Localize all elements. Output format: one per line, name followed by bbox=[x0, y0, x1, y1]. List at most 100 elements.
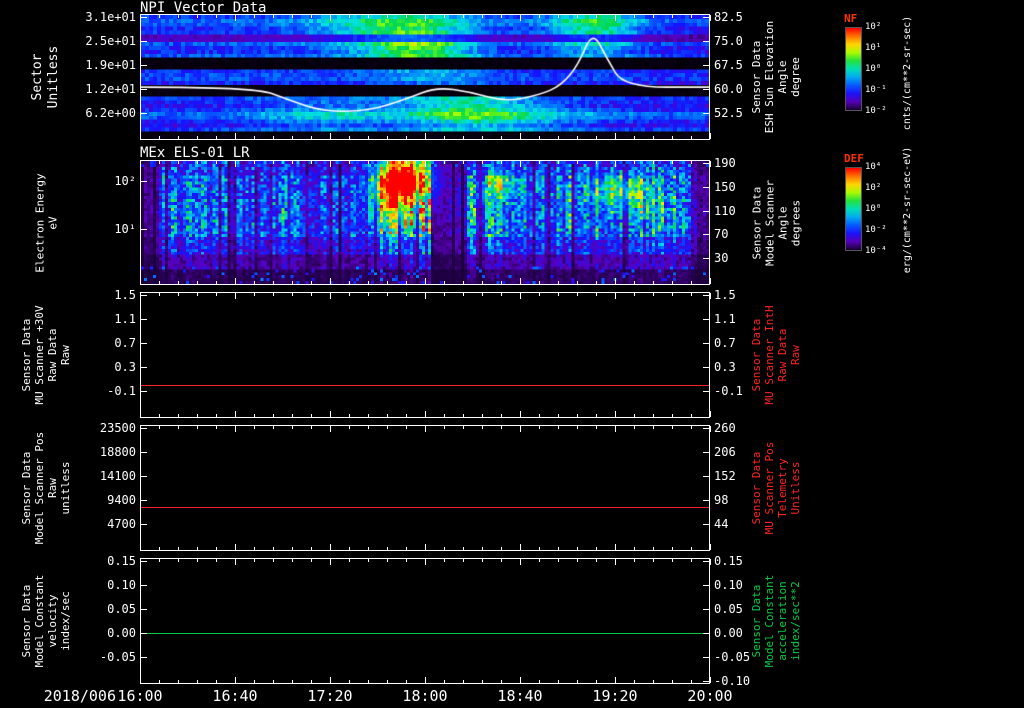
x-major-tick bbox=[520, 677, 521, 683]
x-minor-tick bbox=[349, 559, 350, 562]
x-minor-tick bbox=[596, 414, 597, 417]
x-major-tick bbox=[520, 161, 521, 167]
x-major-tick bbox=[615, 677, 616, 683]
x-minor-tick bbox=[368, 559, 369, 562]
x-minor-tick bbox=[444, 281, 445, 284]
x-minor-tick bbox=[406, 426, 407, 429]
x-major-tick bbox=[235, 293, 236, 299]
y-tick-mark bbox=[141, 17, 147, 19]
x-minor-tick bbox=[216, 161, 217, 164]
x-major-tick bbox=[425, 677, 426, 683]
x-minor-tick bbox=[292, 281, 293, 284]
x-minor-tick bbox=[216, 15, 217, 18]
x-minor-tick bbox=[653, 15, 654, 18]
x-minor-tick bbox=[444, 293, 445, 296]
x-minor-tick bbox=[368, 161, 369, 164]
x-minor-tick bbox=[539, 680, 540, 683]
x-minor-tick bbox=[292, 547, 293, 550]
x-minor-tick bbox=[273, 293, 274, 296]
x-minor-tick bbox=[387, 559, 388, 562]
x-minor-tick bbox=[539, 547, 540, 550]
x-minor-tick bbox=[672, 559, 673, 562]
x-minor-tick bbox=[672, 680, 673, 683]
x-minor-tick bbox=[596, 281, 597, 284]
colorbar-units-label: erg/(cm**2-sr-sec-eV) bbox=[902, 146, 913, 274]
x-major-tick bbox=[330, 426, 331, 432]
x-major-tick bbox=[425, 411, 426, 417]
y-tick-mark bbox=[703, 524, 709, 526]
x-minor-tick bbox=[178, 547, 179, 550]
x-minor-tick bbox=[558, 161, 559, 164]
x-minor-tick bbox=[311, 426, 312, 429]
x-minor-tick bbox=[444, 680, 445, 683]
colorbar-tick-label: 10⁰ bbox=[865, 204, 882, 214]
x-major-tick bbox=[615, 544, 616, 550]
y-tick-mark bbox=[703, 163, 709, 164]
x-major-tick bbox=[520, 133, 521, 139]
x-minor-tick bbox=[406, 547, 407, 550]
y-tick-mark bbox=[703, 476, 709, 478]
x-minor-tick bbox=[292, 15, 293, 18]
x-minor-tick bbox=[406, 15, 407, 18]
x-major-tick bbox=[235, 426, 236, 432]
x-minor-tick bbox=[197, 547, 198, 550]
x-minor-tick bbox=[292, 426, 293, 429]
x-minor-tick bbox=[159, 426, 160, 429]
x-minor-tick bbox=[368, 414, 369, 417]
y-tick-mark bbox=[703, 584, 709, 586]
x-minor-tick bbox=[501, 281, 502, 284]
x-minor-tick bbox=[216, 680, 217, 683]
y-tick-mark bbox=[141, 561, 147, 563]
x-minor-tick bbox=[254, 136, 255, 139]
x-minor-tick bbox=[691, 281, 692, 284]
x-minor-tick bbox=[653, 293, 654, 296]
x-minor-tick bbox=[292, 414, 293, 417]
x-major-tick bbox=[520, 15, 521, 21]
x-minor-tick bbox=[178, 281, 179, 284]
x-minor-tick bbox=[197, 426, 198, 429]
x-axis-tick-label: 18:40 bbox=[497, 687, 543, 705]
x-minor-tick bbox=[596, 293, 597, 296]
x-minor-tick bbox=[178, 161, 179, 164]
colorbar-tick-label: 10⁻² bbox=[865, 106, 887, 116]
x-major-tick bbox=[330, 411, 331, 417]
series-line-2 bbox=[141, 384, 709, 386]
x-minor-tick bbox=[178, 559, 179, 562]
x-minor-tick bbox=[254, 281, 255, 284]
x-minor-tick bbox=[577, 426, 578, 429]
x-minor-tick bbox=[311, 547, 312, 550]
x-minor-tick bbox=[216, 414, 217, 417]
x-minor-tick bbox=[577, 15, 578, 18]
y-tick-mark bbox=[141, 524, 147, 526]
y-tick-mark bbox=[703, 561, 709, 563]
x-minor-tick bbox=[273, 136, 274, 139]
x-minor-tick bbox=[406, 161, 407, 164]
y-tick-mark bbox=[703, 210, 709, 212]
x-major-tick bbox=[615, 15, 616, 21]
x-minor-tick bbox=[311, 293, 312, 296]
y-tick-mark bbox=[703, 17, 709, 19]
x-minor-tick bbox=[178, 414, 179, 417]
x-minor-tick bbox=[558, 281, 559, 284]
x-minor-tick bbox=[691, 426, 692, 429]
x-minor-tick bbox=[368, 426, 369, 429]
x-minor-tick bbox=[539, 293, 540, 296]
x-minor-tick bbox=[197, 281, 198, 284]
x-minor-tick bbox=[311, 281, 312, 284]
x-minor-tick bbox=[178, 293, 179, 296]
x-minor-tick bbox=[577, 559, 578, 562]
x-major-tick bbox=[425, 293, 426, 299]
x-minor-tick bbox=[273, 547, 274, 550]
x-minor-tick bbox=[197, 136, 198, 139]
x-minor-tick bbox=[387, 547, 388, 550]
x-minor-tick bbox=[273, 15, 274, 18]
y-tick-mark bbox=[703, 499, 709, 501]
x-minor-tick bbox=[159, 559, 160, 562]
colorbar-tick-label: 10⁻⁴ bbox=[865, 246, 887, 256]
x-major-tick bbox=[330, 133, 331, 139]
x-minor-tick bbox=[216, 293, 217, 296]
x-minor-tick bbox=[653, 559, 654, 562]
x-minor-tick bbox=[178, 136, 179, 139]
x-minor-tick bbox=[387, 680, 388, 683]
x-minor-tick bbox=[368, 293, 369, 296]
